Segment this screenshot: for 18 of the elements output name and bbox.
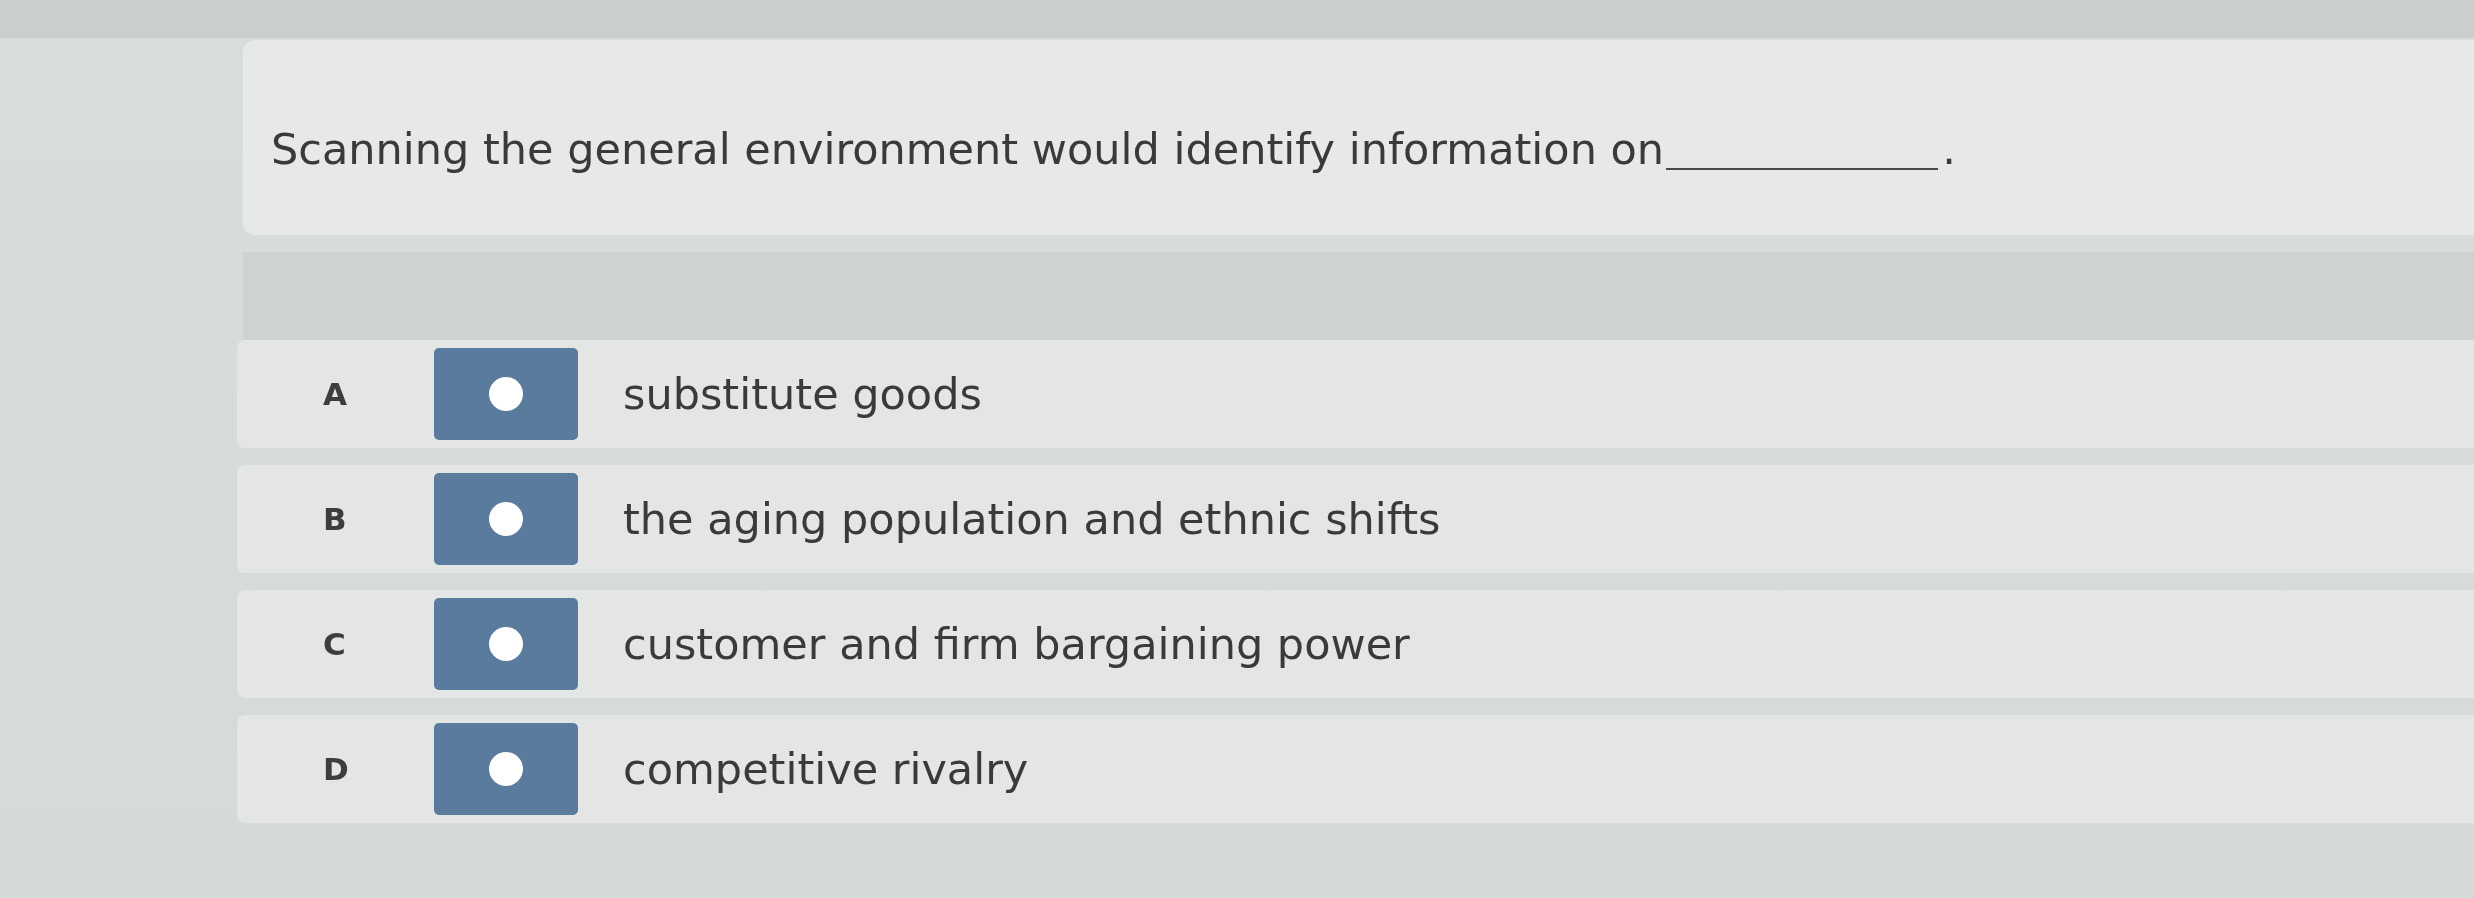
- option-letter: C: [323, 626, 347, 662]
- radio-circle-icon: [488, 751, 524, 787]
- radio-circle-icon: [488, 626, 524, 662]
- option-text: customer and firm bargaining power: [623, 619, 1410, 669]
- question-text: Scanning the general environment would identify information on: [271, 123, 1665, 174]
- option-letter: D: [323, 751, 350, 787]
- question-period: .: [1942, 123, 1956, 174]
- option-text: the aging population and ethnic shifts: [623, 494, 1441, 544]
- radio-button[interactable]: [434, 348, 578, 440]
- radio-button[interactable]: [434, 473, 578, 565]
- option-text: competitive rivalry: [623, 744, 1029, 794]
- radio-button[interactable]: [434, 598, 578, 690]
- radio-button[interactable]: [434, 723, 578, 815]
- radio-circle-icon: [488, 376, 524, 412]
- option-letter: A: [323, 376, 348, 412]
- radio-circle-icon: [488, 501, 524, 537]
- option-letter: B: [323, 501, 348, 537]
- option-text: substitute goods: [623, 369, 982, 419]
